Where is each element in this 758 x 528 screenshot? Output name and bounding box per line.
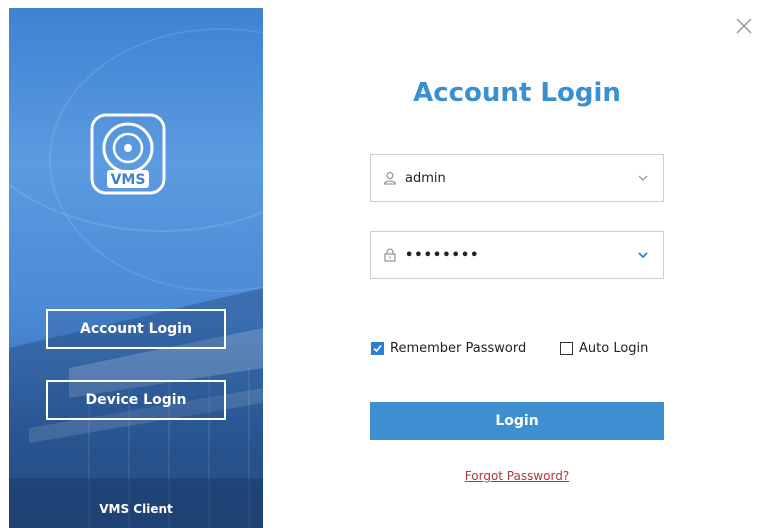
close-icon[interactable] xyxy=(734,16,754,36)
account-login-tab-button[interactable]: Account Login xyxy=(46,309,226,349)
login-options: Remember Password Auto Login xyxy=(370,341,664,361)
svg-text:VMS: VMS xyxy=(111,172,146,188)
password-field[interactable]: •••••••• xyxy=(370,231,664,279)
building-background-image xyxy=(9,288,263,528)
username-value[interactable]: admin xyxy=(405,171,637,186)
username-field[interactable]: admin xyxy=(370,154,664,202)
auto-login-checkbox[interactable]: Auto Login xyxy=(560,341,648,356)
login-button[interactable]: Login xyxy=(370,402,664,440)
forgot-password-link[interactable]: Forgot Password? xyxy=(370,469,664,483)
checkbox-unchecked-icon[interactable] xyxy=(560,342,573,355)
vms-logo-icon: VMS xyxy=(90,113,166,195)
chevron-down-icon[interactable] xyxy=(637,172,649,184)
remember-password-checkbox[interactable]: Remember Password xyxy=(371,341,526,356)
password-value[interactable]: •••••••• xyxy=(405,248,637,263)
checkbox-checked-icon[interactable] xyxy=(371,342,384,355)
lock-icon xyxy=(384,248,396,262)
app-name-label: VMS Client xyxy=(99,502,173,516)
page-title: Account Login xyxy=(413,78,621,108)
auto-login-label: Auto Login xyxy=(579,341,649,356)
remember-password-label: Remember Password xyxy=(390,341,527,356)
sidebar-panel: VMS Account Login Device Login VMS Clien… xyxy=(9,8,263,528)
device-login-tab-button[interactable]: Device Login xyxy=(46,380,226,420)
user-icon xyxy=(383,171,397,185)
chevron-down-icon[interactable] xyxy=(637,249,649,261)
